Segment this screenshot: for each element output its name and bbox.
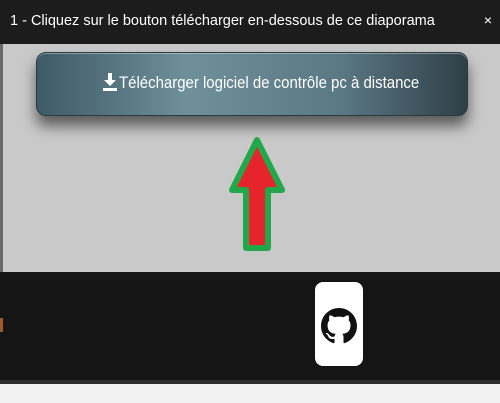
caption-text: 1 - Cliquez sur le bouton télécharger en… bbox=[10, 13, 435, 29]
caption-bar: 1 - Cliquez sur le bouton télécharger en… bbox=[0, 0, 500, 44]
slide-left-edge bbox=[0, 44, 3, 272]
slideshow-frame: 1 - Cliquez sur le bouton télécharger en… bbox=[0, 0, 500, 403]
up-arrow-icon bbox=[228, 136, 286, 259]
close-button[interactable]: × bbox=[484, 12, 492, 28]
download-button[interactable]: Télécharger logiciel de contrôle pc à di… bbox=[36, 52, 468, 116]
side-marker bbox=[0, 318, 3, 332]
footer-strip bbox=[0, 384, 500, 403]
bottom-dark-panel bbox=[0, 272, 500, 380]
download-icon bbox=[103, 73, 117, 96]
github-icon bbox=[321, 308, 357, 349]
github-link[interactable] bbox=[315, 282, 363, 366]
download-button-label: Télécharger logiciel de contrôle pc à di… bbox=[119, 73, 420, 92]
